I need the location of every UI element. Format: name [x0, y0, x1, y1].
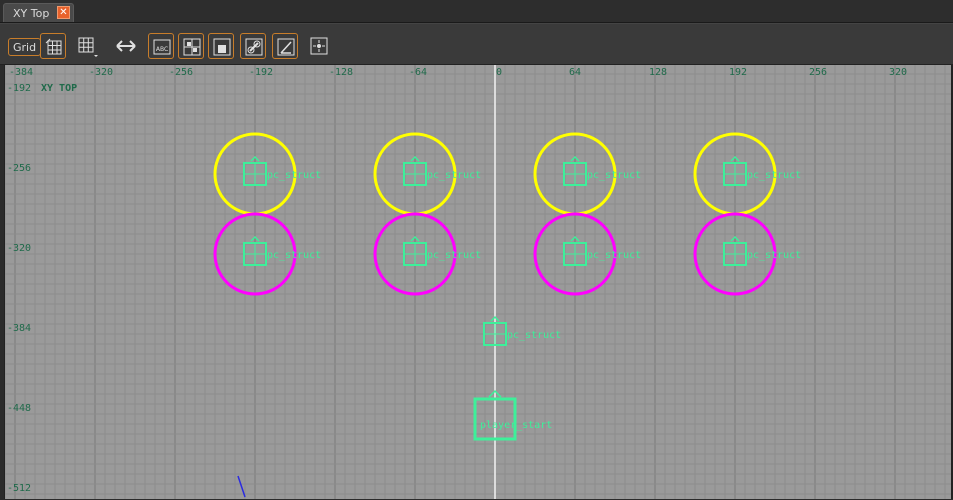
x-tick-label: 192: [729, 67, 748, 78]
x-tick-label: -128: [329, 67, 354, 78]
entity-label: pc_struct: [267, 250, 322, 261]
grid-toggle-button[interactable]: Grid: [8, 38, 42, 56]
text-labels-button[interactable]: ABC: [148, 33, 174, 59]
x-tick-label: 64: [569, 67, 582, 78]
entity-label: pc_struct: [747, 250, 802, 261]
entity-label: pc_struct: [427, 250, 482, 261]
entity-boxes-icon: [213, 38, 231, 56]
tab-title: XY Top: [13, 7, 50, 20]
player-start-label: player_start: [480, 420, 553, 431]
link-icon: [245, 38, 263, 56]
tab-bar: XY Top ✕: [0, 0, 953, 23]
angle-button[interactable]: [272, 33, 298, 59]
entity-label: pc_struct: [747, 170, 802, 181]
tab-xy-top[interactable]: XY Top ✕: [3, 3, 74, 22]
grid-settings-button[interactable]: [40, 33, 66, 59]
viewport-grid: [5, 65, 952, 499]
x-tick-label: -64: [409, 67, 428, 78]
entity-boxes-button[interactable]: [208, 33, 234, 59]
x-tick-label: 256: [809, 67, 828, 78]
x-tick-label: -384: [9, 67, 34, 78]
x-tick-label: 320: [889, 67, 908, 78]
x-tick-label: 128: [649, 67, 668, 78]
grid-dropdown-icon: [78, 37, 98, 57]
entity-connections-icon: [183, 38, 201, 56]
x-tick-label: -256: [169, 67, 194, 78]
entity-label: pc_struct: [587, 170, 642, 181]
y-tick-label: -512: [7, 483, 32, 494]
grid-settings-icon: [45, 38, 62, 55]
entity-label: pc_struct: [267, 170, 322, 181]
text-labels-icon: ABC: [153, 39, 171, 55]
center-origin-button[interactable]: [306, 33, 332, 59]
close-icon[interactable]: ✕: [57, 6, 70, 19]
entity-connections-button[interactable]: [178, 33, 204, 59]
toolbar: Grid ABC: [0, 23, 953, 65]
x-tick-label: 0: [496, 67, 503, 78]
angle-icon: [277, 38, 295, 56]
grid-dropdown-button[interactable]: [74, 33, 100, 59]
entity-label: pc_struct: [587, 250, 642, 261]
link-button[interactable]: [240, 33, 266, 59]
view-label: XY TOP: [41, 83, 78, 94]
x-tick-label: -320: [89, 67, 114, 78]
y-tick-label: -448: [7, 403, 32, 414]
entity-label: pc_struct: [427, 170, 482, 181]
y-tick-label: -320: [7, 243, 32, 254]
xy-top-viewport[interactable]: XY TOP pc_struct pc_struct pc_struct pc_…: [4, 65, 952, 499]
x-tick-label: -192: [249, 67, 274, 78]
y-tick-label: -192: [7, 83, 32, 94]
expand-horizontal-button[interactable]: [112, 33, 138, 59]
y-tick-label: -256: [7, 163, 32, 174]
y-tick-label: -384: [7, 323, 32, 334]
expand-horizontal-icon: [116, 40, 136, 52]
entity-label: pc_struct: [507, 330, 562, 341]
center-origin-icon: [310, 37, 328, 55]
svg-text:ABC: ABC: [156, 46, 168, 53]
